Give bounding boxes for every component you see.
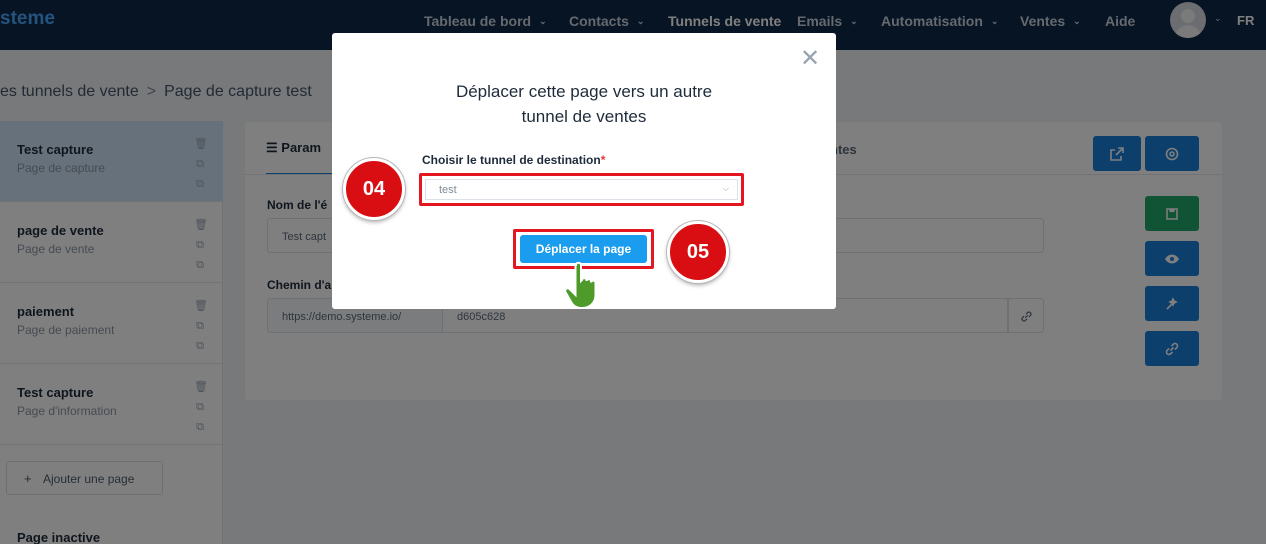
select-value: test <box>439 184 457 196</box>
destination-funnel-label: Choisir le tunnel de destination* <box>422 153 605 167</box>
required-marker: * <box>600 153 606 167</box>
pointer-hand-icon <box>564 261 597 309</box>
modal-title-line: Déplacer cette page vers un autre <box>455 82 713 101</box>
modal-title: Déplacer cette page vers un autre tunnel… <box>332 79 836 129</box>
step-badge: 04 <box>343 158 405 220</box>
close-icon[interactable]: ✕ <box>800 47 820 71</box>
modal-title-line: tunnel de ventes <box>521 107 647 126</box>
field-label-text: Choisir le tunnel de destination <box>422 153 601 167</box>
chevron-down-icon: ⌵ <box>722 184 729 193</box>
move-page-modal: ✕ Déplacer cette page vers un autre tunn… <box>332 33 836 309</box>
step-badge: 05 <box>667 221 729 283</box>
destination-funnel-select[interactable]: test ⌵ <box>425 179 738 200</box>
highlight-frame: test ⌵ <box>419 173 744 206</box>
